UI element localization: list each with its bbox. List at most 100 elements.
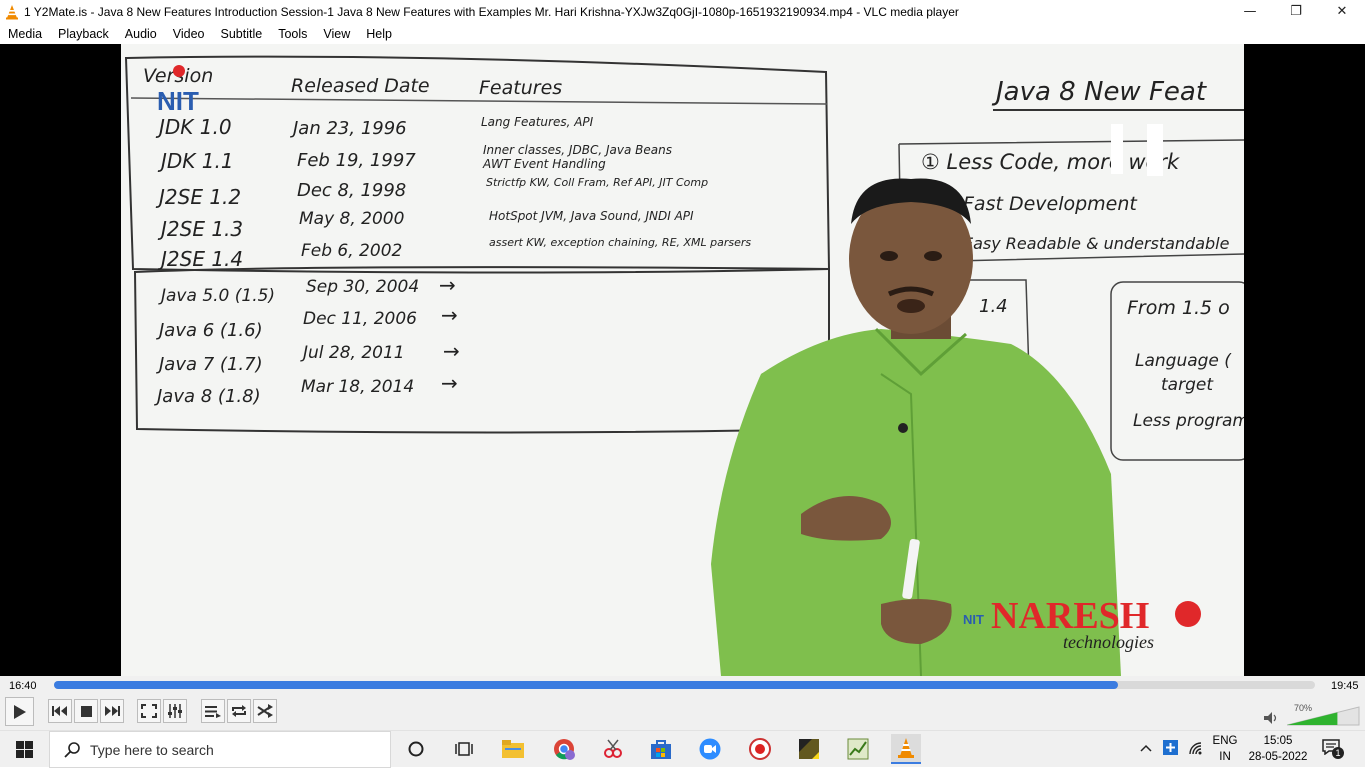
next-icon [105,706,120,716]
equalizer-icon [168,704,182,718]
taskbar-zoom[interactable] [695,734,725,764]
stop-icon [80,705,92,717]
zoom-icon [699,738,721,760]
chrome-icon [554,739,575,760]
search-icon [64,741,80,758]
taskbar-search-box[interactable]: Type here to search [49,731,391,768]
store-icon [651,740,671,759]
row-version: J2SE 1.3 [157,217,243,241]
player-controls: 16:40 19:45 70% [0,676,1365,730]
nit-logo-text: NIT [157,86,199,116]
taskbar-vlc[interactable] [891,734,921,764]
row-date: Jul 28, 2011 [300,343,405,363]
language-indicator[interactable]: ENG IN [1208,733,1242,765]
volume-slider[interactable] [1287,706,1361,726]
loop-button[interactable] [227,699,251,723]
sticky-notes-icon [799,739,819,759]
shuffle-button[interactable] [253,699,277,723]
row-version: JDK 1.1 [157,149,234,173]
search-placeholder: Type here to search [90,741,214,758]
wifi-icon[interactable] [1188,741,1204,755]
fullscreen-icon [141,704,157,718]
menu-help[interactable]: Help [358,27,400,41]
row-features: Inner classes, JDBC, Java Beans [483,143,672,157]
menu-playback[interactable]: Playback [50,27,117,41]
whiteboard-scene: Version Released Date Features JDK 1.0 J… [124,55,1244,676]
point-1: ① Less Code, more work [921,150,1180,174]
menu-tools[interactable]: Tools [270,27,315,41]
menu-audio[interactable]: Audio [117,27,165,41]
row-features: Lang Features, API [481,115,594,129]
video-frame: Version Released Date Features JDK 1.0 J… [121,44,1244,676]
shuffle-icon [257,704,273,718]
row-date: Feb 19, 1997 [297,150,416,171]
point-2: Fast Development [963,193,1138,215]
stop-button[interactable] [74,699,98,723]
taskbar-chart-app[interactable] [843,734,873,764]
row-version: Java 5.0 (1.5) [158,286,275,306]
taskbar-sticky-notes[interactable] [794,734,824,764]
clock-time: 15:05 [1263,735,1293,747]
windows-logo-icon [15,740,33,758]
task-view-button[interactable] [449,734,479,764]
task-view-icon [455,742,473,756]
box-small-text: 1.4 [979,296,1008,317]
extended-settings-button[interactable] [163,699,187,723]
row-version: Java 8 (1.8) [154,386,261,407]
minimize-button[interactable]: — [1227,0,1273,23]
taskbar-store[interactable] [646,734,676,764]
row-date: Dec 11, 2006 [303,309,417,329]
menu-view[interactable]: View [315,27,358,41]
row-0: JDK 1.0 Jan 23, 1996 Lang Features, API [155,115,594,139]
row-7: Java 7 (1.7) Jul 28, 2011 → [156,339,460,375]
watermark-i-icon [1175,601,1201,627]
close-button[interactable]: ✕ [1319,0,1365,23]
row-date: Jan 23, 1996 [290,118,407,139]
row-features: Strictfp KW, Coll Fram, Ref API, JIT Com… [486,176,708,189]
next-button[interactable] [100,699,124,723]
fullscreen-button[interactable] [137,699,161,723]
playlist-button[interactable] [201,699,225,723]
play-button[interactable] [5,697,34,726]
row-arrow: → [441,303,458,327]
row-features-2: AWT Event Handling [482,157,606,171]
notifications-button[interactable]: 1 [1322,739,1346,761]
maximize-button[interactable]: ❐ [1273,0,1319,23]
video-area[interactable]: Version Released Date Features JDK 1.0 J… [0,44,1365,676]
seek-bar[interactable] [54,681,1315,689]
row-1: JDK 1.1 Feb 19, 1997 Inner classes, JDBC… [157,143,672,173]
taskbar-recorder[interactable] [745,734,775,764]
total-time: 19:45 [1331,680,1359,692]
previous-button[interactable] [48,699,72,723]
menu-subtitle[interactable]: Subtitle [213,27,271,41]
header-features: Features [479,77,562,99]
menu-video[interactable]: Video [165,27,213,41]
row-date: Mar 18, 2014 [301,377,414,397]
row-arrow: → [439,273,456,297]
cortana-button[interactable] [401,734,431,764]
row-date: Dec 8, 1998 [297,180,406,201]
row-version: JDK 1.0 [155,115,232,139]
taskbar-file-explorer[interactable] [498,734,528,764]
watermark-logo: NIT [963,612,984,627]
row-date: May 8, 2000 [299,209,404,229]
elapsed-time: 16:40 [9,680,37,692]
taskbar: Type here to search ENG IN 15:05 28-05-2… [0,730,1365,768]
bluetooth-plus-icon[interactable] [1163,740,1178,755]
speaker-icon[interactable] [1264,712,1278,724]
loop-icon [232,705,246,717]
menu-media[interactable]: Media [0,27,50,41]
row-8: Java 8 (1.8) Mar 18, 2014 → [154,371,458,407]
taskbar-snipping[interactable] [598,734,628,764]
seek-bar-fill [54,681,1119,689]
playlist-icon [205,705,221,718]
row-date: Feb 6, 2002 [301,241,402,261]
window-title: 1 Y2Mate.is - Java 8 New Features Introd… [24,4,959,19]
snipping-tool-icon [604,739,622,758]
show-hidden-icons-chevron[interactable] [1140,744,1152,752]
row-version: Java 6 (1.6) [156,320,263,341]
vlc-cone-icon [6,4,18,19]
start-button[interactable] [9,734,39,764]
clock[interactable]: 15:05 28-05-2022 [1242,733,1314,765]
taskbar-chrome[interactable] [549,734,579,764]
